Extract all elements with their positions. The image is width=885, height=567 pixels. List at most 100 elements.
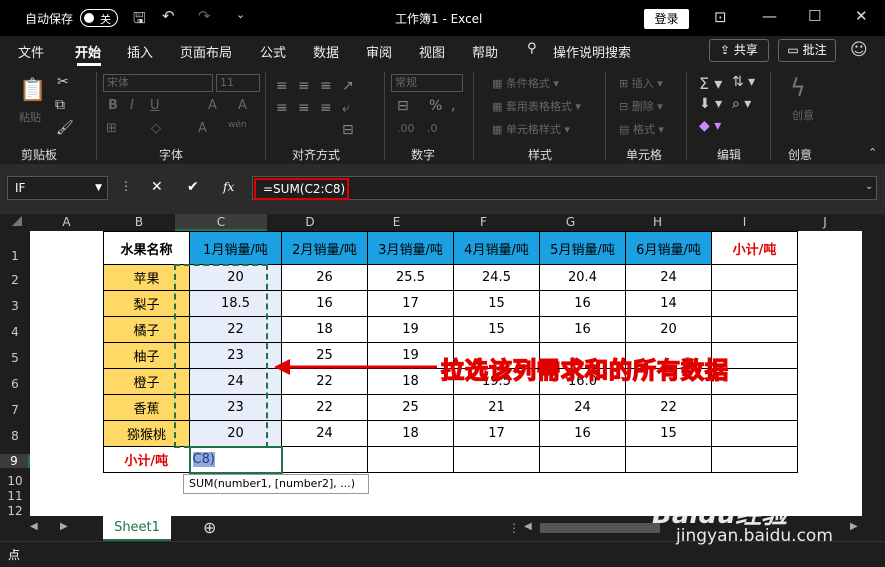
shrink-font-icon[interactable]: A xyxy=(238,98,247,113)
column-header[interactable]: D xyxy=(267,214,353,231)
font-combo[interactable]: 宋体 xyxy=(103,74,213,92)
name-box[interactable]: IF ▼ xyxy=(7,176,108,200)
active-cell[interactable]: C8) xyxy=(188,445,283,474)
expand-formula-icon[interactable]: ⌄ xyxy=(865,181,873,192)
align-left-icon[interactable]: ≡ xyxy=(276,100,288,116)
increase-decimal-icon[interactable]: .00 xyxy=(397,122,415,135)
table-header-cell[interactable]: 5月销量/吨 xyxy=(539,231,626,265)
table-cell[interactable] xyxy=(453,446,540,473)
table-header-cell[interactable]: 水果名称 xyxy=(103,231,190,265)
table-cell[interactable]: 15 xyxy=(453,316,540,343)
sheet-tab[interactable]: Sheet1 xyxy=(103,516,171,541)
copy-icon[interactable]: ⧉ xyxy=(55,97,65,113)
login-button[interactable]: 登录 xyxy=(644,9,689,29)
table-cell[interactable] xyxy=(711,420,798,447)
align-right-icon[interactable]: ≡ xyxy=(320,100,332,116)
insert-function-icon[interactable]: fx xyxy=(223,180,234,194)
column-header[interactable]: G xyxy=(527,214,614,231)
column-header[interactable]: H xyxy=(614,214,701,231)
format-button[interactable]: ▤ 格式 ▾ xyxy=(619,121,664,137)
table-cell[interactable]: 14 xyxy=(625,290,712,317)
hscroll-right-icon[interactable]: ▶ xyxy=(850,521,858,532)
tell-me-search[interactable]: 操作说明搜索 xyxy=(553,42,631,61)
ribbon-display-icon[interactable]: ⊡ xyxy=(714,8,727,26)
table-cell[interactable]: 26 xyxy=(281,264,368,291)
table-cell[interactable] xyxy=(625,446,712,473)
table-cell[interactable]: 24.5 xyxy=(453,264,540,291)
tab-insert[interactable]: 插入 xyxy=(127,42,153,61)
fill-color-icon[interactable]: ◇ xyxy=(151,121,161,136)
table-cell[interactable]: 17 xyxy=(453,420,540,447)
cell-style-button[interactable]: ▦ 单元格样式 ▾ xyxy=(492,121,570,137)
comma-icon[interactable]: , xyxy=(451,98,455,114)
column-header[interactable]: A xyxy=(30,214,103,231)
table-cell[interactable]: 24 xyxy=(281,420,368,447)
table-cell[interactable]: 15 xyxy=(453,290,540,317)
align-bottom-icon[interactable]: ≡ xyxy=(320,78,332,94)
enter-icon[interactable]: ✔ xyxy=(187,179,199,195)
formula-text[interactable]: =SUM(C2:C8) xyxy=(254,178,349,200)
merge-icon[interactable]: ⊟ xyxy=(342,122,354,138)
tab-home[interactable]: 开始 xyxy=(75,42,101,61)
table-cell[interactable]: 16 xyxy=(539,420,626,447)
currency-icon[interactable]: ⊟ xyxy=(397,98,409,114)
percent-icon[interactable]: % xyxy=(429,98,442,114)
table-header-cell[interactable]: 小计/吨 xyxy=(711,231,798,265)
insert-button[interactable]: ⊞ 插入 ▾ xyxy=(619,75,663,91)
bold-icon[interactable]: B xyxy=(108,98,118,113)
table-cell[interactable]: 18 xyxy=(281,316,368,343)
tab-page-layout[interactable]: 页面布局 xyxy=(180,42,232,61)
wrap-text-icon[interactable]: ⤶ xyxy=(342,100,350,116)
row-header[interactable]: 12 xyxy=(0,504,30,516)
collapse-ribbon-icon[interactable]: ⌃ xyxy=(868,146,877,159)
table-header-cell[interactable]: 4月销量/吨 xyxy=(453,231,540,265)
table-cell[interactable] xyxy=(711,264,798,291)
table-cell[interactable]: 21 xyxy=(453,394,540,421)
table-cell[interactable]: 24 xyxy=(625,264,712,291)
chevron-down-icon[interactable]: ▼ xyxy=(95,177,102,199)
table-cell[interactable] xyxy=(711,316,798,343)
table-cell[interactable]: 15 xyxy=(625,420,712,447)
column-header[interactable]: F xyxy=(440,214,527,231)
tab-file[interactable]: 文件 xyxy=(18,42,44,61)
table-cell[interactable] xyxy=(539,446,626,473)
font-color-icon[interactable]: A xyxy=(198,121,207,136)
table-header-cell[interactable]: 1月销量/吨 xyxy=(189,231,282,265)
table-cell[interactable]: 25 xyxy=(367,394,454,421)
ideas-icon[interactable]: ϟ xyxy=(790,74,806,102)
find-select-icon[interactable]: ⌕ ▾ xyxy=(732,96,751,112)
tab-view[interactable]: 视图 xyxy=(419,42,445,61)
tab-formulas[interactable]: 公式 xyxy=(260,42,286,61)
row-header[interactable]: 7 xyxy=(0,403,30,417)
close-icon[interactable]: ✕ xyxy=(855,7,868,25)
sort-filter-icon[interactable]: ⇅ ▾ xyxy=(732,74,755,90)
conditional-format-button[interactable]: ▦ 条件格式 ▾ xyxy=(492,75,559,91)
subtotal-label[interactable]: 小计/吨 xyxy=(103,446,190,473)
table-cell[interactable]: 22 xyxy=(281,394,368,421)
table-cell[interactable]: 18 xyxy=(367,420,454,447)
add-sheet-icon[interactable]: ⊕ xyxy=(203,518,216,537)
table-cell[interactable] xyxy=(367,446,454,473)
size-combo[interactable]: 11 xyxy=(216,74,260,92)
table-cell[interactable] xyxy=(281,446,368,473)
row-header[interactable]: 4 xyxy=(0,325,30,339)
phonetic-icon[interactable]: wén xyxy=(228,120,247,130)
minimize-icon[interactable]: — xyxy=(762,7,777,25)
table-cell[interactable]: 25.5 xyxy=(367,264,454,291)
underline-icon[interactable]: U xyxy=(150,98,160,113)
autosave-toggle[interactable]: 关 xyxy=(80,9,118,27)
row-header[interactable]: 3 xyxy=(0,299,30,313)
decrease-decimal-icon[interactable]: .0 xyxy=(427,122,438,135)
format-painter-icon[interactable]: 🖌 xyxy=(56,120,74,136)
column-header[interactable]: C xyxy=(175,214,267,231)
autosum-icon[interactable]: Σ ▾ xyxy=(699,74,722,93)
undo-icon[interactable]: ↶ xyxy=(162,7,175,25)
table-cell[interactable]: 24 xyxy=(539,394,626,421)
tab-split-icon[interactable]: ⋮ xyxy=(508,521,520,535)
align-top-icon[interactable]: ≡ xyxy=(276,78,288,94)
fill-icon[interactable]: ⬇ ▾ xyxy=(699,96,722,112)
table-cell[interactable]: 20 xyxy=(625,316,712,343)
row-header[interactable]: 11 xyxy=(0,489,30,503)
border-icon[interactable]: ⊞ xyxy=(106,121,117,136)
table-cell[interactable]: 22 xyxy=(625,394,712,421)
